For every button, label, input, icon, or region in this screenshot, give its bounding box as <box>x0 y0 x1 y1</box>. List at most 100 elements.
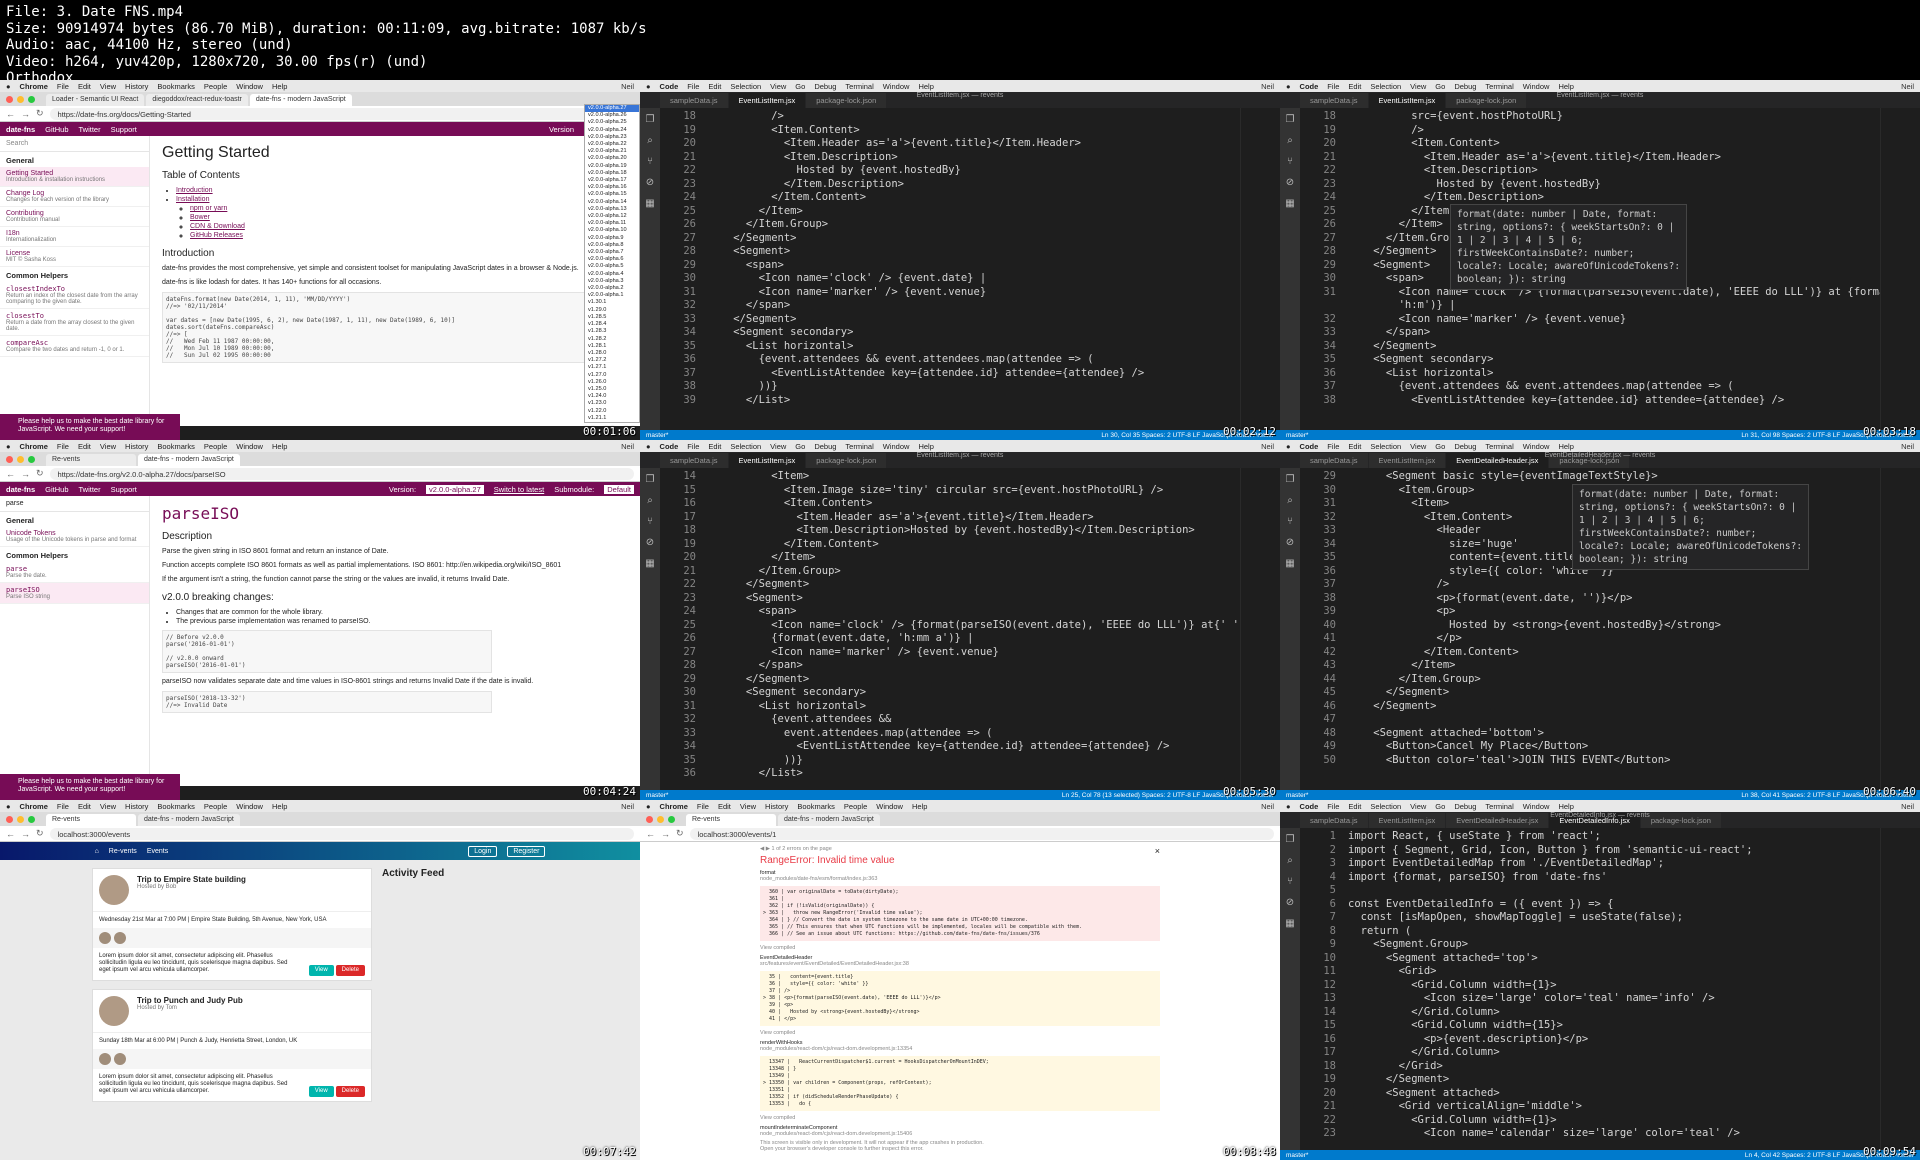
version-option[interactable]: v2.0.0-alpha.27 <box>585 105 639 113</box>
menu-item[interactable]: History <box>125 442 148 451</box>
code-line[interactable]: 11 <Grid> <box>1300 965 1920 979</box>
view-compiled-link[interactable]: View compiled <box>760 1030 1160 1036</box>
code-line[interactable]: 22 </Segment> <box>660 578 1280 592</box>
code-line[interactable]: 20 </Item> <box>660 551 1280 565</box>
extensions-icon[interactable]: ▦ <box>1285 198 1294 209</box>
nav-link-support[interactable]: Support <box>111 485 137 494</box>
menu-item[interactable]: File <box>57 802 69 811</box>
code-line[interactable]: 50 <Button color='teal'>JOIN THIS EVENT<… <box>1300 754 1920 768</box>
code-line[interactable]: 24 </Item.Content> <box>660 191 1280 205</box>
menu-item[interactable]: View <box>740 802 756 811</box>
code-line[interactable]: 25 </Item> <box>660 205 1280 219</box>
menu-item[interactable]: Selection <box>1370 82 1401 91</box>
code-line[interactable]: 10 <Segment attached='top'> <box>1300 952 1920 966</box>
code-line[interactable]: 35 ))} <box>660 754 1280 768</box>
code-line[interactable]: 22 <Item.Description> <box>1300 164 1920 178</box>
version-option[interactable]: v2.0.0-alpha.19 <box>585 163 639 170</box>
menu-item[interactable]: File <box>697 802 709 811</box>
menu-item[interactable]: Window <box>883 82 910 91</box>
menu-item[interactable]: Help <box>918 82 933 91</box>
code-line[interactable]: 35 <List horizontal> <box>660 340 1280 354</box>
version-option[interactable]: v2.0.0-alpha.11 <box>585 220 639 227</box>
menu-item[interactable]: Debug <box>814 442 836 451</box>
menu-item[interactable]: Debug <box>814 82 836 91</box>
menu-item[interactable]: Selection <box>1370 802 1401 811</box>
code-line[interactable]: 32 <Icon name='marker' /> {event.venue} <box>1300 313 1920 327</box>
version-option[interactable]: v2.0.0-alpha.7 <box>585 249 639 256</box>
extensions-icon[interactable]: ▦ <box>1285 918 1294 929</box>
code-line[interactable]: 26 </Item.Group> <box>660 218 1280 232</box>
menu-item[interactable]: Edit <box>78 82 91 91</box>
menu-item[interactable]: People <box>204 442 227 451</box>
menu-item[interactable]: View <box>100 802 116 811</box>
sidebar-item-selected[interactable]: parseISO Parse ISO string <box>0 583 149 604</box>
menu-item[interactable]: History <box>125 82 148 91</box>
code-line[interactable]: 14 </Grid.Column> <box>1300 1006 1920 1020</box>
code-line[interactable]: 33 </Segment> <box>660 313 1280 327</box>
files-icon[interactable]: ❐ <box>646 474 655 485</box>
version-option[interactable]: v2.0.0-alpha.2 <box>585 285 639 292</box>
menu-item[interactable]: Chrome <box>20 442 48 451</box>
toc-link[interactable]: npm or yarn <box>190 205 227 212</box>
code-line[interactable]: 36 <List horizontal> <box>1300 367 1920 381</box>
menu-item[interactable]: Edit <box>718 802 731 811</box>
submodule-select[interactable]: Default <box>604 484 634 494</box>
code-line[interactable]: 23 </Item.Description> <box>660 178 1280 192</box>
code-line[interactable]: 19 </Segment> <box>1300 1073 1920 1087</box>
version-option[interactable]: v2.0.0-alpha.25 <box>585 119 639 126</box>
menu-item[interactable]: Window <box>883 442 910 451</box>
version-option[interactable]: v2.0.0-alpha.4 <box>585 271 639 278</box>
login-button[interactable]: Login <box>468 845 498 857</box>
source-control-icon[interactable]: ⑂ <box>1287 156 1293 167</box>
code-line[interactable]: 7 const [isMapOpen, showMapToggle] = use… <box>1300 911 1920 925</box>
view-compiled-link[interactable]: View compiled <box>760 1115 1160 1121</box>
code-line[interactable]: 16 <Item.Content> <box>660 497 1280 511</box>
code-line[interactable]: 4 import {format, parseISO} from 'date-fn… <box>1300 871 1920 885</box>
menu-item[interactable]: File <box>1327 82 1339 91</box>
menu-item[interactable]: Help <box>272 442 287 451</box>
code-line[interactable]: 2 import { Segment, Grid, Icon, Button } … <box>1300 844 1920 858</box>
menu-item[interactable]: Terminal <box>1485 802 1513 811</box>
version-option[interactable]: v2.0.0-alpha.26 <box>585 112 639 119</box>
apple-icon[interactable]: ● <box>1286 802 1291 811</box>
nav-link-support[interactable]: Support <box>111 125 137 134</box>
menu-item[interactable]: Window <box>236 82 263 91</box>
menu-item[interactable]: Selection <box>730 82 761 91</box>
code-line[interactable]: 38 <p>{format(event.date, '')}</p> <box>1300 592 1920 606</box>
version-option[interactable]: v2.0.0-alpha.10 <box>585 227 639 234</box>
search-icon[interactable]: ⌕ <box>647 135 653 146</box>
code-line[interactable]: 18 </Grid> <box>1300 1060 1920 1074</box>
browser-tab[interactable]: Re-vents <box>46 454 136 466</box>
code-line[interactable]: 21 <Grid verticalAlign='middle'> <box>1300 1100 1920 1114</box>
menu-item[interactable]: File <box>1327 442 1339 451</box>
menu-item[interactable]: Window <box>1523 442 1550 451</box>
menu-item[interactable]: People <box>204 82 227 91</box>
reload-icon[interactable]: ↻ <box>36 468 44 479</box>
view-button[interactable]: View <box>308 1086 334 1097</box>
code-line[interactable]: 33 </span> <box>1300 326 1920 340</box>
version-option[interactable]: v1.27.2 <box>585 357 639 364</box>
code-line[interactable]: 19 /> <box>1300 124 1920 138</box>
browser-tab[interactable]: date-fns - modern JavaScript <box>778 814 880 826</box>
toc-link[interactable]: CDN & Download <box>190 223 245 230</box>
code-line[interactable]: 21 <Item.Header as='a'>{event.title}</It… <box>1300 151 1920 165</box>
back-icon[interactable]: ← <box>6 469 15 479</box>
git-branch[interactable]: master* <box>646 792 668 799</box>
version-option[interactable]: v1.27.0 <box>585 372 639 379</box>
menu-item[interactable]: Selection <box>730 442 761 451</box>
code-editor[interactable]: 18 /> 19 <Item.Content> 20 <Item.Header as… <box>660 108 1280 430</box>
menu-item[interactable]: Code <box>1300 802 1319 811</box>
support-banner[interactable]: Please help us to make the best date lib… <box>0 414 180 440</box>
back-icon[interactable]: ← <box>6 109 15 119</box>
code-line[interactable]: 25 <Icon name='clock' /> {format(parseIS… <box>660 619 1280 633</box>
browser-tab-active[interactable]: date-fns - modern JavaScript <box>138 454 240 466</box>
sidebar-item[interactable]: Change Log Changes for each version of th… <box>0 187 149 207</box>
code-line[interactable]: 48 <Segment attached='bottom'> <box>1300 727 1920 741</box>
code-line[interactable]: 37 <EventListAttendee key={attendee.id} … <box>660 367 1280 381</box>
menu-item[interactable]: Chrome <box>660 802 688 811</box>
code-editor[interactable]: format(date: number | Date, format: stri… <box>1300 468 1920 790</box>
menu-item[interactable]: Debug <box>1454 442 1476 451</box>
menu-item[interactable]: People <box>844 802 867 811</box>
git-branch[interactable]: master* <box>1286 792 1308 799</box>
debug-icon[interactable]: ⊘ <box>1286 537 1294 548</box>
